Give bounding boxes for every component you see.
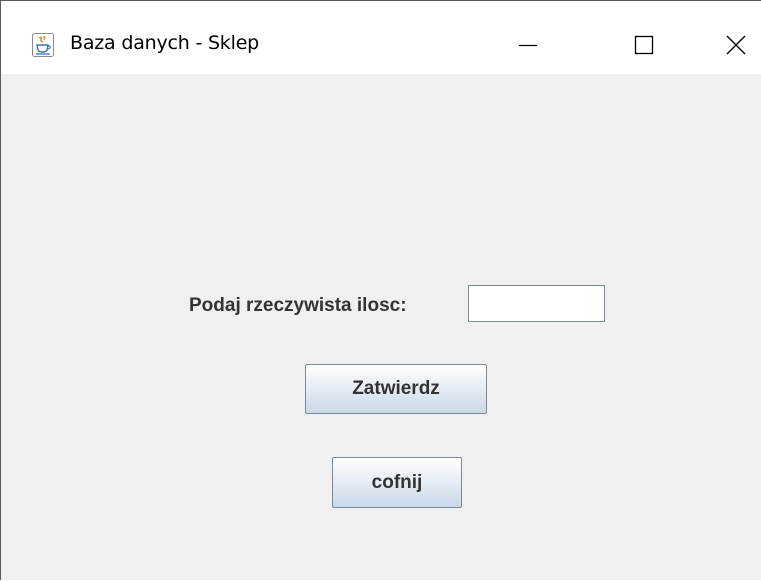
quantity-input[interactable] <box>468 285 605 322</box>
close-button[interactable] <box>706 20 761 70</box>
title-bar[interactable]: Baza danych - Sklep <box>1 1 761 74</box>
minimize-icon <box>519 44 537 47</box>
content-panel: Podaj rzeczywista ilosc: Zatwierdz cofni… <box>1 74 761 581</box>
minimize-button[interactable] <box>498 20 558 70</box>
back-button[interactable]: cofnij <box>332 457 462 508</box>
close-icon <box>726 35 746 55</box>
java-coffee-cup-icon[interactable] <box>32 33 54 57</box>
confirm-button[interactable]: Zatwierdz <box>305 364 487 414</box>
maximize-button[interactable] <box>614 20 674 70</box>
window-title: Baza danych - Sklep <box>70 32 260 54</box>
quantity-label: Podaj rzeczywista ilosc: <box>189 295 407 316</box>
maximize-icon <box>634 35 654 55</box>
app-window: Baza danych - Sklep Podaj rzeczywista il… <box>0 0 761 580</box>
